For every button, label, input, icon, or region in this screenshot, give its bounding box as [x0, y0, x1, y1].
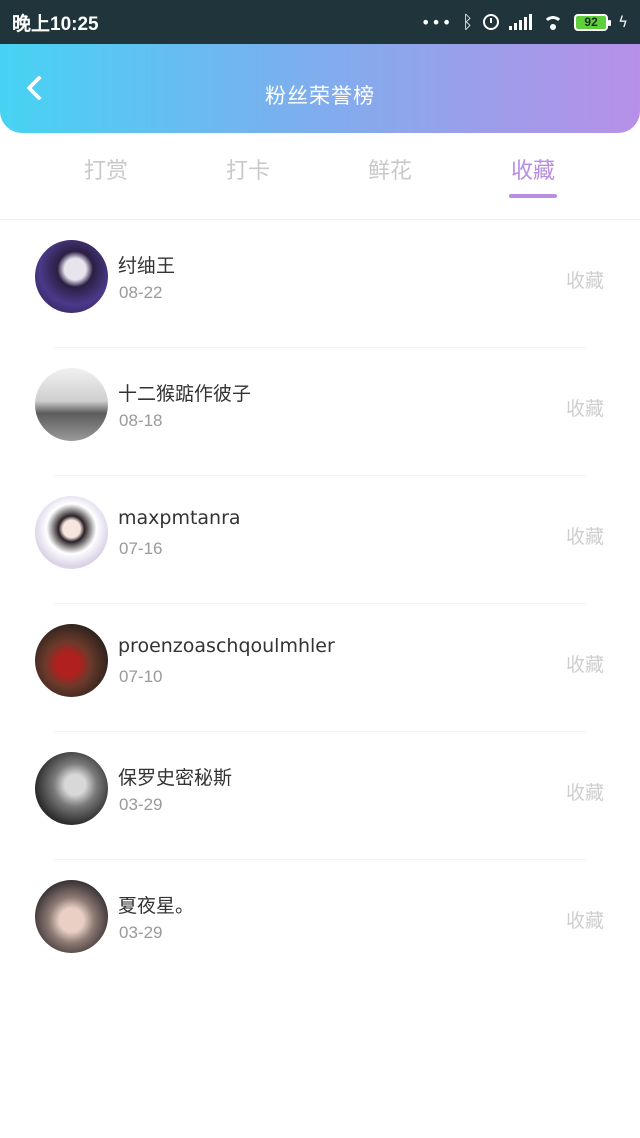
battery-icon: 92: [574, 13, 612, 31]
favorite-label: 收藏: [565, 654, 604, 676]
list-item[interactable]: 保罗史密秘斯 03-29 收藏: [35, 732, 604, 860]
favorite-label: 收藏: [565, 782, 604, 804]
more-dots-icon: •••: [420, 12, 453, 32]
favorite-label: 收藏: [565, 526, 604, 548]
wifi-icon: [542, 14, 564, 30]
user-name: proenzoaschqoulmhler: [118, 635, 335, 657]
user-name: 十二猴踮作彼子: [118, 383, 252, 405]
tab-flowers[interactable]: 鲜花: [340, 153, 440, 185]
tab-checkin[interactable]: 打卡: [198, 153, 298, 185]
date: 08-22: [119, 283, 163, 302]
avatar: [35, 496, 108, 569]
date: 07-10: [119, 667, 163, 686]
favorite-label: 收藏: [565, 910, 604, 932]
status-bar: 晚上10:25 ••• ᛒ 92 ϟ: [0, 0, 640, 44]
avatar: [35, 368, 108, 441]
favorite-label: 收藏: [565, 270, 604, 292]
avatar: [35, 240, 108, 313]
date: 08-18: [119, 411, 163, 430]
signal-icon: [509, 14, 533, 30]
chevron-left-icon: [26, 75, 52, 101]
list-item[interactable]: 纣䌷王 08-22 收藏: [35, 220, 604, 348]
avatar: [35, 880, 108, 953]
user-name: maxpmtanra: [118, 507, 241, 529]
tab-active-indicator: [509, 194, 557, 198]
tab-favorites[interactable]: 收藏: [483, 153, 583, 185]
back-button[interactable]: [16, 68, 56, 108]
user-name: 夏夜星。: [118, 895, 195, 917]
status-time: 晚上10:25: [12, 13, 99, 35]
fan-list: 纣䌷王 08-22 收藏 十二猴踮作彼子 08-18 收藏 maxpmtanra…: [0, 220, 640, 988]
list-item[interactable]: proenzoaschqoulmhler 07-10 收藏: [35, 604, 604, 732]
list-item[interactable]: 十二猴踮作彼子 08-18 收藏: [35, 348, 604, 476]
user-name: 保罗史密秘斯: [118, 767, 233, 789]
charging-icon: ϟ: [618, 13, 628, 31]
tab-reward[interactable]: 打赏: [56, 153, 156, 185]
favorite-label: 收藏: [565, 398, 604, 420]
alarm-icon: [483, 14, 500, 30]
tab-bar: 打赏 打卡 鲜花 收藏: [0, 133, 640, 220]
list-item[interactable]: maxpmtanra 07-16 收藏: [35, 476, 604, 604]
date: 03-29: [119, 923, 163, 942]
bluetooth-icon: ᛒ: [462, 11, 474, 33]
status-icons: ••• ᛒ 92 ϟ: [421, 12, 628, 33]
avatar: [35, 752, 108, 825]
page-title: 粉丝荣誉榜: [265, 84, 375, 108]
list-item[interactable]: 夏夜星。 03-29 收藏: [35, 860, 604, 988]
date: 07-16: [119, 539, 163, 558]
avatar: [35, 624, 108, 697]
date: 03-29: [119, 795, 163, 814]
user-name: 纣䌷王: [118, 255, 176, 277]
header: 粉丝荣誉榜: [0, 44, 640, 133]
